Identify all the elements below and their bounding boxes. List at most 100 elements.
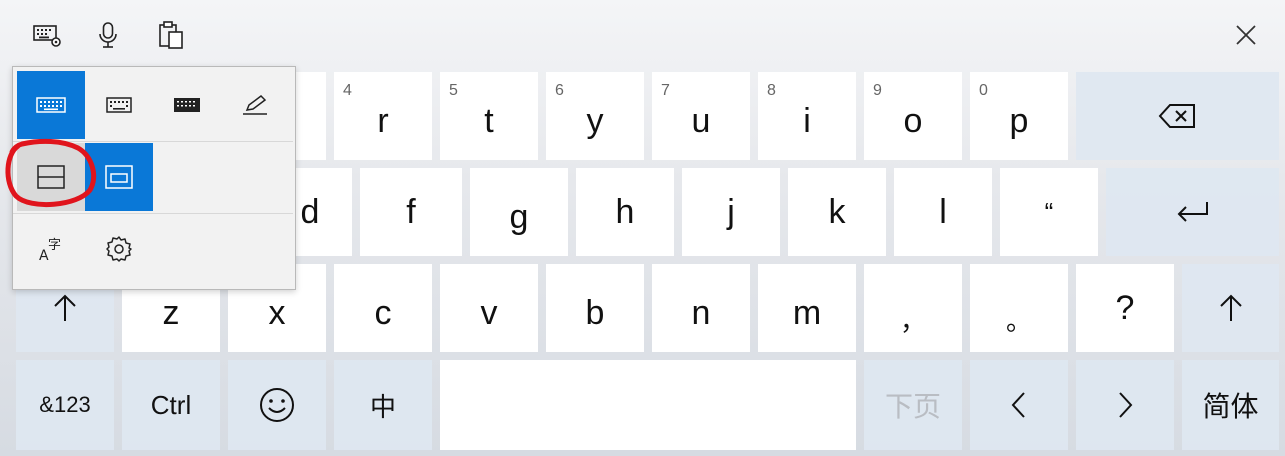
default-keyboard-icon (36, 97, 66, 113)
ctrl-label: Ctrl (150, 389, 192, 420)
backspace-icon (1158, 104, 1195, 128)
key-j[interactable]: j (682, 168, 780, 256)
key-h[interactable]: h (576, 168, 674, 256)
key-char: ? (1115, 288, 1135, 327)
clipboard-icon[interactable] (154, 18, 188, 52)
key-char: k (828, 192, 846, 231)
settings-option[interactable] (85, 215, 153, 283)
settings-gear-icon (106, 236, 132, 262)
key-k[interactable]: k (788, 168, 886, 256)
language-icon: A 字 (39, 238, 61, 264)
layout-small-option[interactable] (85, 71, 153, 139)
arrow-left-key[interactable] (970, 360, 1068, 450)
key-number: 8 (767, 82, 776, 99)
key-p[interactable]: 0p (970, 72, 1068, 160)
key-char: “ (1044, 196, 1054, 227)
space-key[interactable] (440, 360, 856, 450)
key-char: 。 (1005, 305, 1032, 336)
key-question[interactable]: ? (1076, 264, 1174, 352)
key-v[interactable]: v (440, 264, 538, 352)
chevron-right-icon (1119, 392, 1133, 418)
popup-divider (13, 213, 293, 214)
key-char: ， (899, 305, 926, 336)
key-b[interactable]: b (546, 264, 644, 352)
key-char: r (377, 101, 389, 140)
key-char: h (615, 192, 635, 231)
key-y[interactable]: 6y (546, 72, 644, 160)
full-keyboard-icon (174, 98, 200, 112)
keyboard-settings-icon[interactable] (30, 18, 64, 52)
key-char: m (792, 293, 822, 332)
layout-handwriting-option[interactable] (221, 71, 289, 139)
docking-undocked-option[interactable] (85, 143, 153, 211)
key-char: p (1009, 101, 1029, 140)
handwriting-icon (243, 95, 267, 115)
key-char: l (939, 192, 947, 231)
key-number: 9 (873, 82, 882, 99)
key-n[interactable]: n (652, 264, 750, 352)
popup-divider (13, 141, 293, 142)
key-period[interactable]: 。 (970, 264, 1068, 352)
layout-full-option[interactable] (153, 71, 221, 139)
emoji-key[interactable] (228, 360, 326, 450)
microphone-icon[interactable] (91, 18, 125, 52)
script-toggle-key[interactable]: 简体 (1182, 360, 1279, 450)
small-keyboard-icon (106, 97, 132, 113)
next-page-label: 下页 (884, 391, 941, 422)
key-f[interactable]: f (360, 168, 462, 256)
key-char: c (374, 293, 392, 332)
key-number: 4 (343, 82, 352, 99)
key-char: t (484, 101, 494, 140)
key-r[interactable]: 4r (334, 72, 432, 160)
keyboard-layout-popup: A 字 (12, 66, 296, 290)
symbols-key[interactable]: &123 (16, 360, 114, 450)
layout-default-option[interactable] (17, 71, 85, 139)
key-quote[interactable]: “ (1000, 168, 1098, 256)
key-char: o (903, 101, 923, 140)
key-char: i (803, 101, 811, 140)
symbols-label: &123 (39, 392, 91, 417)
key-char: z (162, 293, 180, 332)
language-label: 中 (369, 391, 396, 422)
key-m[interactable]: m (758, 264, 856, 352)
key-number: 5 (449, 82, 458, 99)
key-l[interactable]: l (894, 168, 992, 256)
docking-split-option[interactable] (17, 143, 85, 211)
backspace-key[interactable] (1076, 72, 1279, 160)
key-comma[interactable]: ， (864, 264, 962, 352)
key-c[interactable]: c (334, 264, 432, 352)
language-option[interactable]: A 字 (17, 215, 85, 283)
key-t[interactable]: 5t (440, 72, 538, 160)
key-number: 0 (979, 82, 988, 99)
key-number: 6 (555, 82, 564, 99)
key-u[interactable]: 7u (652, 72, 750, 160)
keyboard-toolbar (0, 0, 1285, 68)
key-o[interactable]: 9o (864, 72, 962, 160)
chevron-left-icon (1011, 392, 1025, 418)
language-toggle-key[interactable]: 中 (334, 360, 432, 450)
key-g[interactable]: g (470, 168, 568, 256)
undocked-icon (105, 165, 133, 189)
key-i[interactable]: 8i (758, 72, 856, 160)
key-char: y (586, 101, 604, 140)
enter-icon (1177, 202, 1208, 222)
shift-arrow-icon (1219, 294, 1242, 321)
next-page-key[interactable]: 下页 (864, 360, 962, 450)
key-char: d (300, 192, 320, 231)
ctrl-key[interactable]: Ctrl (122, 360, 220, 450)
emoji-icon (260, 388, 294, 422)
key-char: n (691, 293, 711, 332)
shift-right-key[interactable] (1182, 264, 1279, 352)
key-char: b (585, 293, 605, 332)
key-char: j (727, 192, 735, 231)
close-icon[interactable] (1231, 20, 1261, 50)
enter-key[interactable] (1106, 168, 1279, 256)
key-char: x (268, 293, 286, 332)
script-label: 简体 (1202, 391, 1259, 422)
key-char: v (480, 293, 498, 332)
svg-text:字: 字 (48, 238, 61, 253)
key-char: u (691, 101, 711, 140)
key-char: g (509, 197, 529, 236)
arrow-right-key[interactable] (1076, 360, 1174, 450)
key-char: f (406, 192, 416, 231)
